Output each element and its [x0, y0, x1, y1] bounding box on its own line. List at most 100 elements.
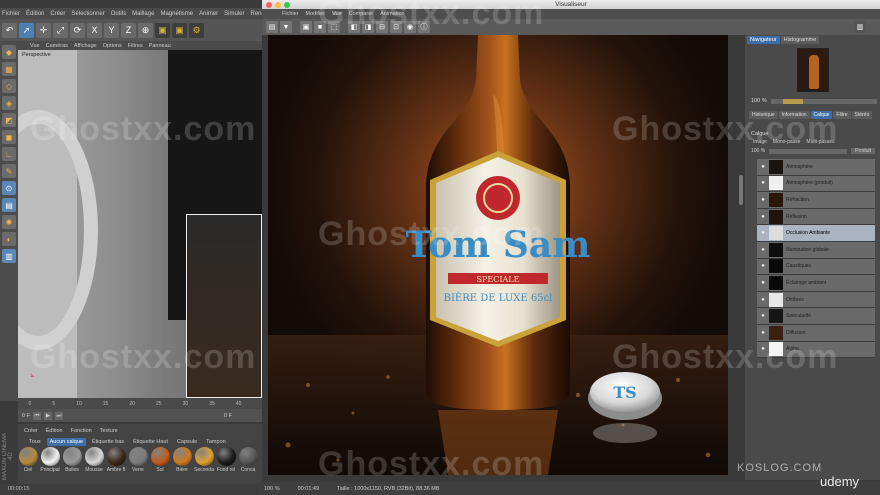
layer-opacity-slider[interactable]	[769, 148, 848, 154]
zoom-window-button[interactable]	[284, 1, 290, 8]
navigator-tab[interactable]: Histogramme	[780, 36, 820, 44]
layer-row[interactable]: ● Réflexion	[757, 208, 875, 226]
layer-visibility-icon[interactable]: ●	[757, 247, 769, 253]
render-settings-icon[interactable]: ⚙	[189, 22, 204, 38]
undo-icon[interactable]: ↶	[2, 22, 17, 38]
axis-mode-icon[interactable]: ∟	[2, 147, 16, 161]
layer-visibility-icon[interactable]: ●	[757, 263, 769, 269]
viewport-menu-item[interactable]: Vue	[30, 43, 40, 49]
layer-list-scrollbar[interactable]	[739, 175, 743, 205]
menu-item[interactable]: Animer	[199, 11, 218, 17]
material-swatch[interactable]: Verre	[128, 447, 148, 483]
material-filter-tab[interactable]: Capsule	[174, 438, 200, 446]
layer-visibility-icon[interactable]: ●	[757, 164, 769, 170]
soft-selection-icon[interactable]: ✺	[2, 215, 16, 229]
points-mode-icon[interactable]: ◈	[2, 96, 16, 110]
axis-y-button[interactable]: Y	[104, 22, 119, 38]
open-icon[interactable]: ▤	[266, 21, 278, 33]
goto-end-icon[interactable]: ⏭	[54, 412, 63, 420]
viewport-menu-item[interactable]: Caméras	[46, 43, 68, 49]
viewport-menu-item[interactable]: Affichage	[74, 43, 97, 49]
edges-mode-icon[interactable]: ◩	[2, 113, 16, 127]
material-menu-item[interactable]: Créer	[24, 428, 38, 434]
material-swatch[interactable]: Seconda	[194, 447, 214, 483]
texture-mode-icon[interactable]: ▦	[2, 62, 16, 76]
layer-visibility-icon[interactable]: ●	[757, 297, 769, 303]
panel-layout-icon[interactable]: ▥	[854, 21, 866, 33]
layer-visibility-icon[interactable]: ●	[757, 197, 769, 203]
info-tab[interactable]: Stéréo	[851, 111, 873, 119]
scale-tool-icon[interactable]: ⤢	[53, 22, 68, 38]
layer-row[interactable]: ● Ombres	[757, 291, 875, 309]
coord-system-icon[interactable]: ⊕	[138, 22, 153, 38]
menu-item[interactable]: Magnétisme	[160, 11, 193, 17]
material-swatch[interactable]: Ciel	[18, 447, 38, 483]
model-mode-icon[interactable]: ◆	[2, 45, 16, 59]
menu-item[interactable]: Fichier	[2, 11, 20, 17]
layer-visibility-icon[interactable]: ●	[757, 230, 769, 236]
viewport-menu-item[interactable]: Panneau	[149, 43, 171, 49]
material-swatch[interactable]: Bulles	[62, 447, 82, 483]
minimize-window-button[interactable]	[275, 1, 281, 8]
material-swatch[interactable]: Principal	[40, 447, 60, 483]
material-filter-tab[interactable]: Tampon	[203, 438, 229, 446]
layer-visibility-icon[interactable]: ●	[757, 313, 769, 319]
material-menu-item[interactable]: Texture	[100, 428, 118, 434]
render-icon[interactable]: ▣	[300, 21, 312, 33]
layer-visibility-icon[interactable]: ●	[757, 214, 769, 220]
save-icon[interactable]: ▼	[280, 21, 292, 33]
axis-x-button[interactable]: X	[87, 22, 102, 38]
axis-z-button[interactable]: Z	[121, 22, 136, 38]
menu-item[interactable]: Créer	[50, 11, 65, 17]
menu-item[interactable]: Sélectionner	[71, 11, 104, 17]
material-swatch[interactable]: Bière	[172, 447, 192, 483]
navigator-zoom-slider[interactable]	[770, 98, 877, 104]
material-swatch[interactable]: Mousse	[84, 447, 104, 483]
menu-item[interactable]: Simuler	[224, 11, 244, 17]
menu-item[interactable]: Édition	[26, 11, 44, 17]
select-tool-icon[interactable]: ➚	[19, 22, 34, 38]
layer-row[interactable]: ● Éclairage ambiant	[757, 275, 875, 292]
layer-blend-select[interactable]: Produit	[851, 148, 875, 154]
material-swatch[interactable]: Ambre fl	[106, 447, 126, 483]
viewport-menu-item[interactable]: Options	[103, 43, 122, 49]
close-window-button[interactable]	[266, 1, 272, 8]
viewport-menu-item[interactable]: Filtres	[128, 43, 143, 49]
lock-workplane-icon[interactable]: ▤	[2, 198, 16, 212]
layer-row[interactable]: ● Atmosphère (produit)	[757, 175, 875, 193]
material-filter-tab[interactable]: Tous	[26, 438, 44, 446]
polygons-mode-icon[interactable]: ◼	[2, 130, 16, 144]
layer-row[interactable]: ● Atmosphère	[757, 159, 875, 176]
material-swatch[interactable]: Conca	[238, 447, 258, 483]
visualiseur-menu-item[interactable]: Fichier	[282, 11, 299, 17]
solo-icon[interactable]: ◐	[2, 232, 16, 246]
tweak-icon[interactable]: ✎	[2, 164, 16, 178]
material-swatch[interactable]: Sol	[150, 447, 170, 483]
layer-row[interactable]: ● Illumination globale	[757, 241, 875, 259]
render-picture-viewer-icon[interactable]: ▣	[172, 22, 187, 38]
layer-visibility-icon[interactable]: ●	[757, 330, 769, 336]
navigator-zoom-value[interactable]: 100 %	[751, 98, 767, 104]
grid-icon[interactable]: ▥	[2, 249, 16, 263]
navigator-thumbnail[interactable]	[797, 48, 829, 92]
timeline-start-field[interactable]: 0 F	[22, 413, 30, 419]
material-filter-tab[interactable]: Étiquette Haut	[130, 438, 171, 446]
menu-item[interactable]: Rendu	[251, 11, 263, 17]
material-menu-item[interactable]: Édition	[46, 428, 63, 434]
navigator-tab[interactable]: Navigateur	[747, 36, 780, 44]
rotate-tool-icon[interactable]: ⟳	[70, 22, 85, 38]
material-menu-item[interactable]: Fonction	[71, 428, 92, 434]
layer-row[interactable]: ● Réfraction	[757, 192, 875, 209]
timeline-end-field[interactable]: 0 F	[224, 413, 232, 419]
status-zoom[interactable]: 100 %	[264, 486, 280, 492]
material-swatch[interactable]: Fond rel	[216, 447, 236, 483]
layer-visibility-icon[interactable]: ●	[757, 280, 769, 286]
layer-row[interactable]: ● Caustiques	[757, 258, 875, 276]
navigator-zoom-thumb[interactable]	[782, 98, 803, 104]
material-filter-tab[interactable]: Étiquette bas	[89, 438, 127, 446]
render-view-icon[interactable]: ▣	[155, 22, 170, 38]
timeline-ruler[interactable]: 0 5 10 15 20 25 30 35 40	[18, 398, 262, 409]
goto-start-icon[interactable]: ⏮	[32, 412, 41, 420]
layer-row[interactable]: ● Occlusion Ambiante	[757, 225, 875, 242]
layer-visibility-icon[interactable]: ●	[757, 180, 769, 186]
